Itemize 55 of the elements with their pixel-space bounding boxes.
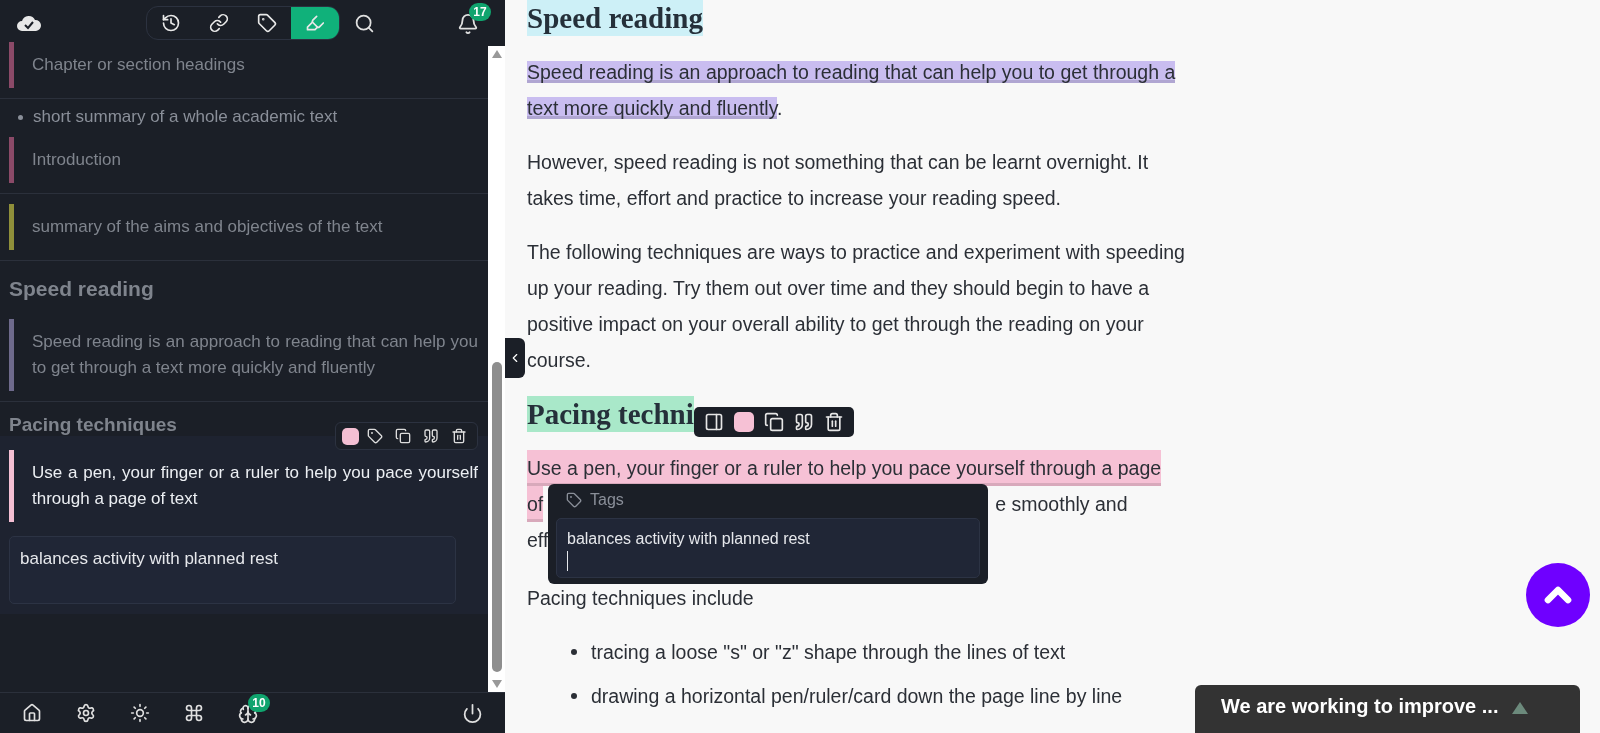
- note-field[interactable]: balances activity with planned rest: [9, 536, 456, 604]
- feedback-toast[interactable]: We are working to improve ...: [1195, 685, 1580, 733]
- copy-icon[interactable]: [395, 428, 411, 444]
- bullet-icon: [18, 114, 23, 120]
- text-line: e smoothly and: [995, 492, 1128, 517]
- text-line: eff: [527, 528, 549, 553]
- count-badge: 10: [248, 694, 270, 712]
- copy-icon[interactable]: [763, 412, 784, 432]
- paragraph: However, speed reading is not something that can be learnt overnight. It takes time, effort and practice to increase your reading speed.: [527, 150, 1150, 211]
- expand-icon[interactable]: [1512, 702, 1529, 714]
- trash-icon[interactable]: [823, 412, 844, 432]
- section-heading: Speed reading: [8, 276, 155, 302]
- scroll-up-icon[interactable]: [491, 50, 502, 58]
- highlight-text: Chapter or section headings: [32, 54, 245, 76]
- history-icon: [161, 13, 181, 33]
- highlighter-icon: [305, 13, 325, 33]
- scrollbar[interactable]: [488, 46, 505, 692]
- highlight-card[interactable]: Introduction: [0, 127, 488, 194]
- section-heading: Pacing techniques: [8, 413, 178, 436]
- article-heading: Pacing techni: [527, 396, 694, 432]
- color-swatch[interactable]: [342, 427, 359, 445]
- panel-icon[interactable]: [703, 412, 724, 432]
- quote-icon[interactable]: [423, 428, 439, 444]
- tag-icon: [566, 492, 582, 508]
- highlight-text: summary of the aims and objectives of the text: [32, 216, 383, 238]
- note-text: short summary of a whole academic text: [33, 107, 338, 127]
- scroll-down-icon[interactable]: [491, 680, 502, 688]
- paragraph: The following techniques are ways to practice and experiment with speeding up your reading. Try them out over time and they should begin to have a positive impact on your overall ability to get through the reading on your course.: [527, 240, 1186, 373]
- trash-icon[interactable]: [451, 428, 467, 444]
- cloud-check-icon: [16, 14, 42, 32]
- brain-button[interactable]: 10: [234, 694, 270, 726]
- color-swatch[interactable]: [733, 412, 754, 432]
- popup-label: Tags: [590, 490, 624, 510]
- list-item: drawing a horizontal pen/ruler/card down the page line by line: [591, 684, 1123, 709]
- notification-badge: 17: [469, 3, 491, 21]
- list-item: tracing a loose "s" or "z" shape through the lines of text: [591, 640, 1066, 665]
- highlight-text: Introduction: [32, 149, 121, 171]
- highlight-card[interactable]: Speed reading is an approach to reading that can help you to get through a text more quickly and fluently: [0, 309, 488, 402]
- quote-icon[interactable]: [793, 412, 814, 432]
- paragraph: Pacing techniques include: [527, 586, 755, 611]
- tags-field[interactable]: balances activity with planned rest: [556, 518, 980, 578]
- toast-text: We are working to improve ...: [1221, 695, 1499, 718]
- paragraph: Speed reading is an approach to reading that can help you to get through a text more quickly and fluently.: [527, 60, 1177, 121]
- article-heading: Speed reading: [527, 0, 703, 36]
- highlight-card[interactable]: summary of the aims and objectives of the text: [0, 194, 488, 261]
- link-icon: [209, 13, 229, 33]
- highlight-text: Speed reading is an approach to reading that can help you to get through a text more quickly and fluently: [32, 331, 478, 379]
- toolbar-tab[interactable]: [291, 7, 339, 39]
- highlight-text: Use a pen, your finger or a ruler to help you pace yourself through a page of text: [32, 462, 478, 510]
- collapse-handle[interactable]: [505, 338, 525, 378]
- tag-icon[interactable]: [367, 428, 383, 444]
- highlight-card[interactable]: Chapter or section headings: [0, 32, 488, 99]
- bullet-icon: [571, 693, 577, 699]
- bullet-icon: [571, 649, 577, 655]
- tag-icon: [257, 13, 277, 33]
